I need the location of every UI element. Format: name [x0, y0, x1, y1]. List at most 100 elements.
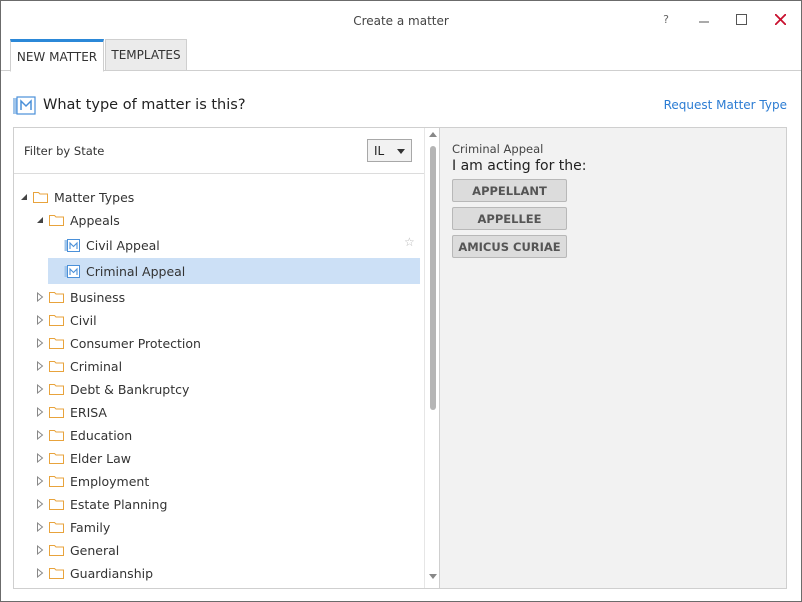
tree-item-criminal-appeal[interactable]: Criminal Appeal — [48, 258, 420, 284]
tree-item-category[interactable]: ERISA — [36, 401, 107, 423]
collapsed-triangle-icon — [37, 361, 44, 371]
expanded-triangle-icon — [37, 217, 43, 223]
tab-templates[interactable]: TEMPLATES — [105, 39, 187, 71]
maximize-icon — [735, 13, 747, 25]
tree-item-category[interactable]: General — [36, 539, 119, 561]
matter-m-icon — [64, 264, 80, 278]
minimize-icon — [699, 21, 709, 23]
tree-item-label: ERISA — [70, 404, 107, 420]
tree-item-label: Criminal — [70, 358, 123, 374]
tree-item-category[interactable]: Consumer Protection — [36, 332, 201, 354]
tree-item-label: Debt & Bankruptcy — [70, 381, 190, 397]
tree-item-label: Business — [70, 289, 126, 305]
collapsed-triangle-icon — [37, 292, 44, 302]
tree-item-label: General — [70, 542, 120, 558]
tab-new-matter[interactable]: NEW MATTER — [10, 39, 104, 72]
scroll-thumb[interactable] — [430, 146, 436, 410]
tree-item-category[interactable]: Criminal — [36, 355, 122, 377]
state-filter-row: Filter by State IL — [14, 128, 424, 174]
amicus-curiae-button[interactable]: AMICUS CURIAE — [452, 235, 567, 258]
folder-icon — [49, 292, 64, 303]
help-button[interactable]: ? — [651, 7, 681, 31]
tree-item-label: Estate Planning — [70, 496, 168, 512]
collapsed-triangle-icon — [37, 499, 44, 509]
matter-m-icon — [64, 238, 80, 252]
selected-matter-title: Criminal Appeal — [452, 142, 544, 156]
tree-item-civil-appeal[interactable]: Civil Appeal — [64, 234, 420, 256]
folder-icon — [49, 384, 64, 395]
tree-item-label: Education — [70, 427, 133, 443]
tree-item-label: Family — [70, 519, 111, 535]
matter-m-icon — [13, 96, 36, 115]
folder-icon — [49, 430, 64, 441]
close-icon — [774, 13, 786, 25]
folder-icon — [49, 568, 64, 579]
close-button[interactable] — [765, 7, 795, 31]
tree-item-category[interactable]: Family — [36, 516, 110, 538]
tree-item-label: Consumer Protection — [70, 335, 201, 351]
folder-icon — [33, 192, 48, 203]
folder-icon — [49, 476, 64, 487]
tree-item-category[interactable]: Debt & Bankruptcy — [36, 378, 189, 400]
tree-item-label: Appeals — [70, 212, 120, 228]
collapsed-triangle-icon — [37, 522, 44, 532]
scroll-up-icon[interactable] — [429, 132, 437, 137]
tree-scrollbar[interactable] — [424, 128, 439, 588]
matter-type-tree-pane: Filter by State IL Matter Types Appeals — [13, 127, 440, 589]
tree-item-label: Elder Law — [70, 450, 131, 466]
collapsed-triangle-icon — [37, 407, 44, 417]
tree-item-category[interactable]: Employment — [36, 470, 149, 492]
collapsed-triangle-icon — [37, 338, 44, 348]
folder-icon — [49, 545, 64, 556]
folder-icon — [49, 499, 64, 510]
expanded-triangle-icon — [21, 194, 27, 200]
tree-item-label: Employment — [70, 473, 150, 489]
title-bar: Create a matter ? — [1, 1, 801, 37]
folder-icon — [49, 407, 64, 418]
collapsed-triangle-icon — [37, 476, 44, 486]
collapsed-triangle-icon — [37, 545, 44, 555]
tab-bar: NEW MATTER TEMPLATES — [1, 37, 801, 72]
folder-icon — [49, 338, 64, 349]
collapsed-triangle-icon — [37, 315, 44, 325]
appellant-button[interactable]: APPELLANT — [452, 179, 567, 202]
folder-icon — [49, 315, 64, 326]
tree-item-label: Matter Types — [54, 189, 135, 205]
chevron-down-icon — [397, 149, 405, 154]
tree-item-label: Guardianship — [70, 565, 154, 581]
tree-item-category[interactable]: Elder Law — [36, 447, 131, 469]
create-matter-window: Create a matter ? NEW MATTER TEMPLATES W… — [0, 0, 802, 602]
tree-item-appeals[interactable]: Appeals — [36, 209, 120, 231]
appellee-button[interactable]: APPELLEE — [452, 207, 567, 230]
folder-icon — [49, 453, 64, 464]
tree-item-matter-types[interactable]: Matter Types — [20, 186, 134, 208]
tree-item-label: Civil Appeal — [86, 237, 160, 253]
tree-item-label: Criminal Appeal — [86, 263, 186, 279]
state-select[interactable]: IL — [367, 139, 412, 162]
page-title: What type of matter is this? — [43, 97, 246, 113]
minimize-button[interactable] — [689, 7, 719, 31]
tree-item-category[interactable]: Civil — [36, 309, 97, 331]
acting-for-label: I am acting for the: — [452, 158, 587, 174]
maximize-button[interactable] — [726, 7, 756, 31]
collapsed-triangle-icon — [37, 453, 44, 463]
tree-item-category[interactable]: Estate Planning — [36, 493, 167, 515]
matter-detail-pane: Criminal Appeal I am acting for the: APP… — [439, 127, 787, 589]
matter-type-question: What type of matter is this? — [12, 95, 246, 115]
filter-label: Filter by State — [24, 144, 105, 158]
state-value: IL — [374, 143, 385, 158]
folder-icon — [49, 522, 64, 533]
request-matter-type-link[interactable]: Request Matter Type — [664, 98, 787, 112]
scroll-down-icon[interactable] — [429, 574, 437, 579]
tree-item-category[interactable]: Guardianship — [36, 562, 153, 584]
tree-item-category[interactable]: Business — [36, 286, 125, 308]
star-outline-icon[interactable]: ☆ — [404, 235, 415, 249]
collapsed-triangle-icon — [37, 430, 44, 440]
collapsed-triangle-icon — [37, 384, 44, 394]
folder-icon — [49, 215, 64, 226]
window-title: Create a matter — [353, 14, 449, 28]
tree-item-category[interactable]: Education — [36, 424, 132, 446]
tree-item-label: Civil — [70, 312, 97, 328]
folder-icon — [49, 361, 64, 372]
collapsed-triangle-icon — [37, 568, 44, 578]
